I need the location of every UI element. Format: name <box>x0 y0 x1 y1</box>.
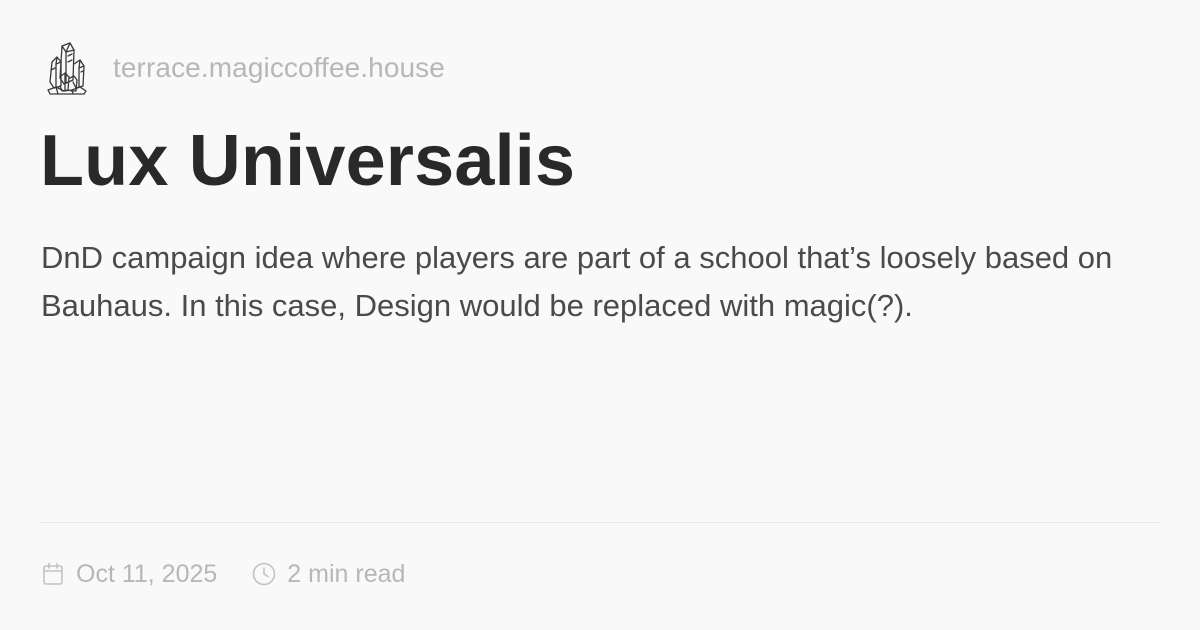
crystal-cluster-icon <box>47 42 87 95</box>
post-date: Oct 11, 2025 <box>40 560 217 589</box>
calendar-icon <box>43 562 63 585</box>
read-time: 2 min read <box>251 560 405 589</box>
post-date-text: Oct 11, 2025 <box>76 559 218 588</box>
post-description: DnD campaign idea where players are part… <box>41 240 1113 323</box>
divider <box>40 522 1160 523</box>
page-title: Lux Universalis <box>40 121 576 201</box>
site-name[interactable]: terrace.magiccoffee.house <box>113 52 445 84</box>
clock-icon <box>252 562 276 586</box>
post-meta: Oct 11, 2025 2 min read <box>40 556 405 592</box>
read-time-text: 2 min read <box>287 559 406 588</box>
site-header: terrace.magiccoffee.house <box>46 40 445 96</box>
